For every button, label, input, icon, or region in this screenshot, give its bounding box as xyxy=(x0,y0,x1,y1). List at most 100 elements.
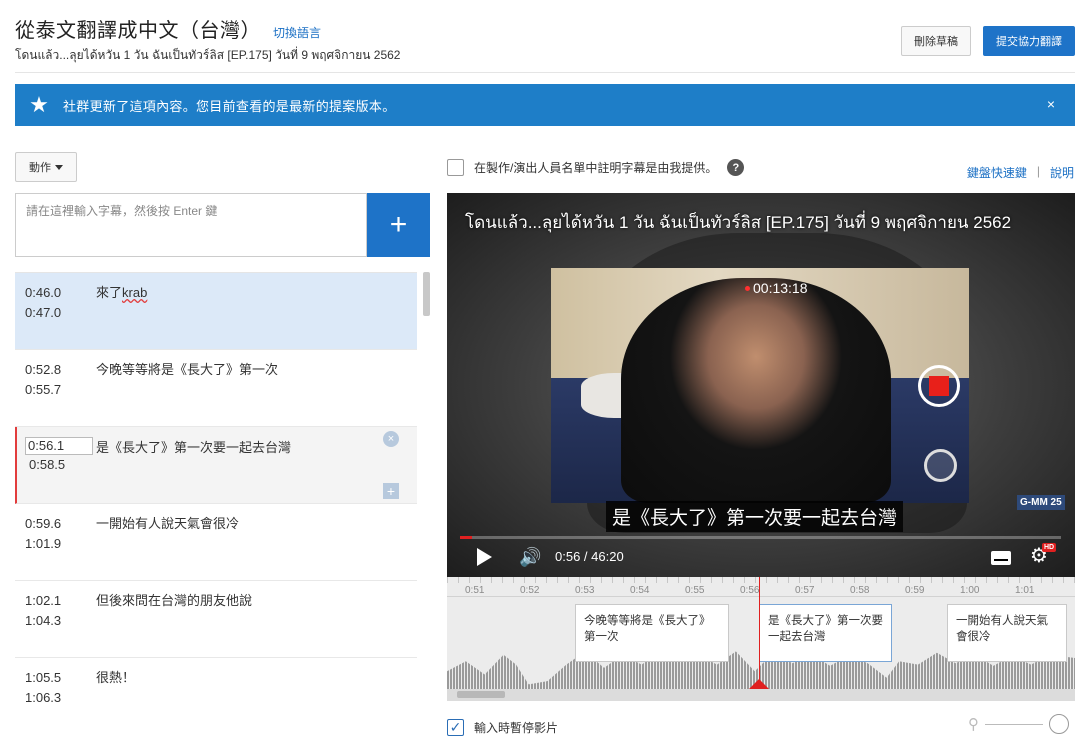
subtitles-icon[interactable] xyxy=(991,551,1011,565)
caption-start-time[interactable]: 1:02.1 xyxy=(25,591,96,611)
play-icon[interactable] xyxy=(477,548,492,566)
banner-message: 社群更新了這項內容。您目前查看的是最新的提案版本。 xyxy=(63,98,396,114)
tick-label: 0:56 xyxy=(740,585,760,596)
timeline-caption-active[interactable]: 是《長大了》第一次要一起去台灣 xyxy=(759,604,892,662)
caption-start-time-input[interactable]: 0:56.1 xyxy=(25,437,93,455)
timeline-ticks xyxy=(447,577,1075,597)
recording-time-text: 00:13:18 xyxy=(753,280,808,296)
video-caption-overlay: 是《長大了》第一次要一起去台灣 xyxy=(606,501,904,532)
playhead-marker-icon[interactable] xyxy=(749,679,769,689)
timeline-scroll-thumb[interactable] xyxy=(457,691,505,698)
credit-checkbox[interactable] xyxy=(447,159,464,176)
caption-text[interactable]: 來了krab xyxy=(96,283,147,349)
tick-label: 0:52 xyxy=(520,585,540,596)
header-divider xyxy=(15,72,1075,73)
caption-times: 0:59.6 1:01.9 xyxy=(25,514,96,580)
star-icon: ★ xyxy=(29,92,49,117)
video-player[interactable]: โดนแล้ว...ลุยได้หวัน 1 วัน ฉันเป็นทัวร์ล… xyxy=(447,193,1075,577)
tick-label: 0:53 xyxy=(575,585,595,596)
discard-draft-button[interactable]: 刪除草稿 xyxy=(901,26,971,56)
credit-label: 在製作/演出人員名單中註明字幕是由我提供。 xyxy=(474,161,718,175)
caption-end-time[interactable]: 0:55.7 xyxy=(25,380,96,400)
caption-times: 0:52.8 0:55.7 xyxy=(25,360,96,426)
tick-label: 1:00 xyxy=(960,585,980,596)
pause-while-typing-row: ✓ 輸入時暫停影片 xyxy=(447,719,558,736)
caption-item-editing[interactable]: 0:56.1 0:58.5 是《長大了》第一次要一起去台灣 × + xyxy=(15,427,417,504)
top-links: 鍵盤快速鍵 | 說明 xyxy=(967,164,1074,181)
caption-timeline[interactable]: 0:51 0:52 0:53 0:54 0:55 0:56 0:57 0:58 … xyxy=(447,577,1075,701)
actions-label: 動作 xyxy=(29,162,51,174)
page-header: 從泰文翻譯成中文（台灣） 切換語言 โดนแล้ว...ลุยได้หวัน 1… xyxy=(15,14,1075,72)
zoom-slider-track[interactable] xyxy=(985,723,1043,725)
switch-language-link[interactable]: 切換語言 xyxy=(273,24,321,41)
caption-end-time[interactable]: 0:58.5 xyxy=(25,455,96,475)
tick-label: 1:01 xyxy=(1015,585,1035,596)
caption-item[interactable]: 1:05.5 1:06.3 很熱！ xyxy=(15,658,417,704)
caption-end-time[interactable]: 0:47.0 xyxy=(25,303,96,323)
add-caption-button[interactable]: + xyxy=(367,193,430,257)
caption-start-time[interactable]: 0:46.0 xyxy=(25,283,96,303)
caret-down-icon xyxy=(55,164,63,170)
timeline-scrollbar[interactable] xyxy=(447,689,1075,701)
close-icon[interactable]: × xyxy=(1047,96,1055,112)
timeline-caption[interactable]: 一開始有人說天氣會很冷 xyxy=(947,604,1067,662)
tick-label: 0:55 xyxy=(685,585,705,596)
update-banner: ★ 社群更新了這項內容。您目前查看的是最新的提案版本。 × xyxy=(15,84,1075,126)
tick-label: 0:51 xyxy=(465,585,485,596)
playhead[interactable] xyxy=(759,577,760,689)
caption-end-time[interactable]: 1:04.3 xyxy=(25,611,96,631)
caption-text[interactable]: 一開始有人說天氣會很冷 xyxy=(96,514,239,580)
video-person xyxy=(621,278,891,503)
caption-end-time[interactable]: 1:06.3 xyxy=(25,688,96,704)
tick-label: 0:59 xyxy=(905,585,925,596)
remove-caption-icon[interactable]: × xyxy=(383,431,399,447)
zoom-search-icon: ⚲ xyxy=(968,716,979,733)
caption-item[interactable]: 0:59.6 1:01.9 一開始有人說天氣會很冷 xyxy=(15,504,417,581)
progress-bar[interactable] xyxy=(460,536,1061,539)
timeline-zoom: ⚲ xyxy=(968,714,1069,734)
caption-item[interactable]: 0:46.0 0:47.0 來了krab xyxy=(15,273,417,350)
caption-item[interactable]: 0:52.8 0:55.7 今晚等等將是《長大了》第一次 xyxy=(15,350,417,427)
caption-start-time[interactable]: 0:52.8 xyxy=(25,360,96,380)
caption-list: 0:46.0 0:47.0 來了krab 0:52.8 0:55.7 今晚等等將… xyxy=(15,272,417,704)
link-separator: | xyxy=(1036,164,1040,178)
keyboard-shortcuts-link[interactable]: 鍵盤快速鍵 xyxy=(967,164,1027,181)
insert-caption-icon[interactable]: + xyxy=(383,483,399,499)
caption-text[interactable]: 但後來問在台灣的朋友他說 xyxy=(96,591,252,657)
caption-start-time[interactable]: 1:05.5 xyxy=(25,668,96,688)
caption-text-input[interactable]: 是《長大了》第一次要一起去台灣 xyxy=(96,437,291,503)
credit-row: 在製作/演出人員名單中註明字幕是由我提供。 ? xyxy=(447,159,745,176)
hd-badge: HD xyxy=(1042,543,1057,552)
timeline-caption[interactable]: 今晚等等將是《長大了》第一次 xyxy=(575,604,729,662)
record-dot-icon xyxy=(745,285,750,291)
caption-times: 1:02.1 1:04.3 xyxy=(25,591,96,657)
caption-times: 0:56.1 0:58.5 xyxy=(25,437,96,503)
capture-button-icon xyxy=(924,449,957,482)
caption-text[interactable]: 今晚等等將是《長大了》第一次 xyxy=(96,360,278,426)
page-title: 從泰文翻譯成中文（台灣） xyxy=(15,20,261,42)
zoom-slider-knob[interactable] xyxy=(1049,714,1069,734)
caption-times: 1:05.5 1:06.3 xyxy=(25,668,96,704)
volume-icon[interactable]: 🔊 xyxy=(519,548,541,566)
record-square xyxy=(929,376,949,396)
caption-end-time[interactable]: 1:01.9 xyxy=(25,534,96,554)
caption-start-time[interactable]: 0:59.6 xyxy=(25,514,96,534)
inner-video-frame xyxy=(551,268,969,503)
tick-label: 0:57 xyxy=(795,585,815,596)
help-link[interactable]: 說明 xyxy=(1050,164,1074,181)
caption-list-scrollbar[interactable] xyxy=(423,272,430,316)
time-display: 0:56 / 46:20 xyxy=(555,549,624,564)
help-icon[interactable]: ? xyxy=(727,159,745,176)
tick-label: 0:54 xyxy=(630,585,650,596)
actions-dropdown-button[interactable]: 動作 xyxy=(15,152,77,182)
caption-item[interactable]: 1:02.1 1:04.3 但後來問在台灣的朋友他說 xyxy=(15,581,417,658)
submit-contribution-button[interactable]: 提交協力翻譯 xyxy=(983,26,1075,56)
video-title[interactable]: โดนแล้ว...ลุยได้หวัน 1 วัน ฉันเป็นทัวร์ล… xyxy=(465,209,1011,236)
record-button-icon xyxy=(918,365,960,407)
progress-fill xyxy=(460,536,473,539)
caption-times: 0:46.0 0:47.0 xyxy=(25,283,96,349)
pause-while-typing-label: 輸入時暫停影片 xyxy=(474,721,559,735)
pause-while-typing-checkbox[interactable]: ✓ xyxy=(447,719,464,736)
caption-text[interactable]: 很熱！ xyxy=(96,668,135,704)
caption-input[interactable]: 請在這裡輸入字幕，然後按 Enter 鍵 xyxy=(15,193,367,257)
